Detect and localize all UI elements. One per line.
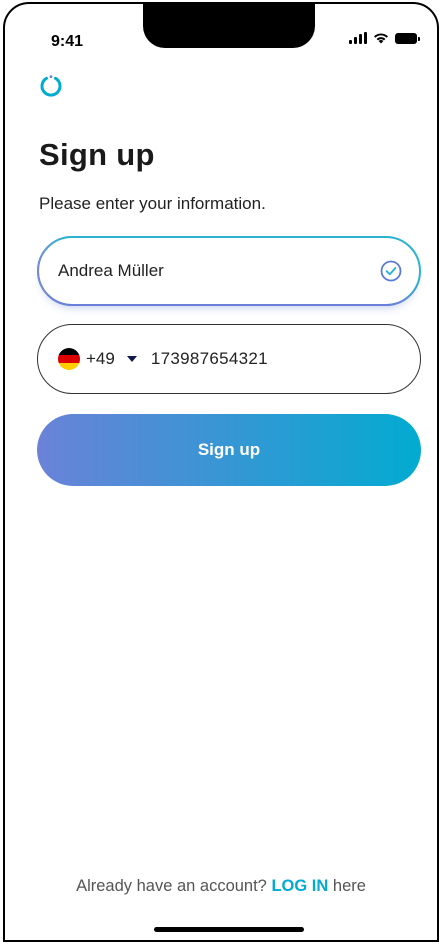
- status-icons: [349, 32, 420, 44]
- phone-frame: 9:41 Sign up Please enter your informati…: [3, 2, 439, 942]
- status-bar: 9:41: [5, 4, 437, 64]
- sign-up-button[interactable]: Sign up: [37, 414, 421, 486]
- phone-number-field[interactable]: +49 173987654321: [37, 324, 421, 394]
- status-time: 9:41: [51, 33, 84, 50]
- page-title: Sign up: [39, 137, 155, 172]
- home-indicator[interactable]: [154, 927, 304, 932]
- full-name-value[interactable]: Andrea Müller: [58, 261, 379, 281]
- phone-number-value[interactable]: 173987654321: [151, 349, 268, 369]
- page-subtitle: Please enter your information.: [39, 194, 266, 213]
- germany-flag-icon[interactable]: [58, 348, 80, 370]
- full-name-field[interactable]: Andrea Müller: [37, 236, 421, 306]
- battery-icon: [395, 32, 420, 44]
- notch: [143, 4, 315, 48]
- chevron-down-icon[interactable]: [126, 356, 137, 362]
- login-prompt-text: Already have an account?: [76, 877, 267, 895]
- app-logo-icon: [40, 75, 62, 97]
- country-dial-code[interactable]: +49: [86, 349, 115, 369]
- check-circle-icon: [380, 260, 402, 282]
- wifi-icon: [374, 33, 388, 44]
- signal-icon: [349, 32, 367, 44]
- login-prompt: Already have an account? LOG IN here: [5, 877, 437, 896]
- log-in-link[interactable]: LOG IN: [271, 877, 328, 895]
- login-prompt-suffix: here: [332, 877, 366, 895]
